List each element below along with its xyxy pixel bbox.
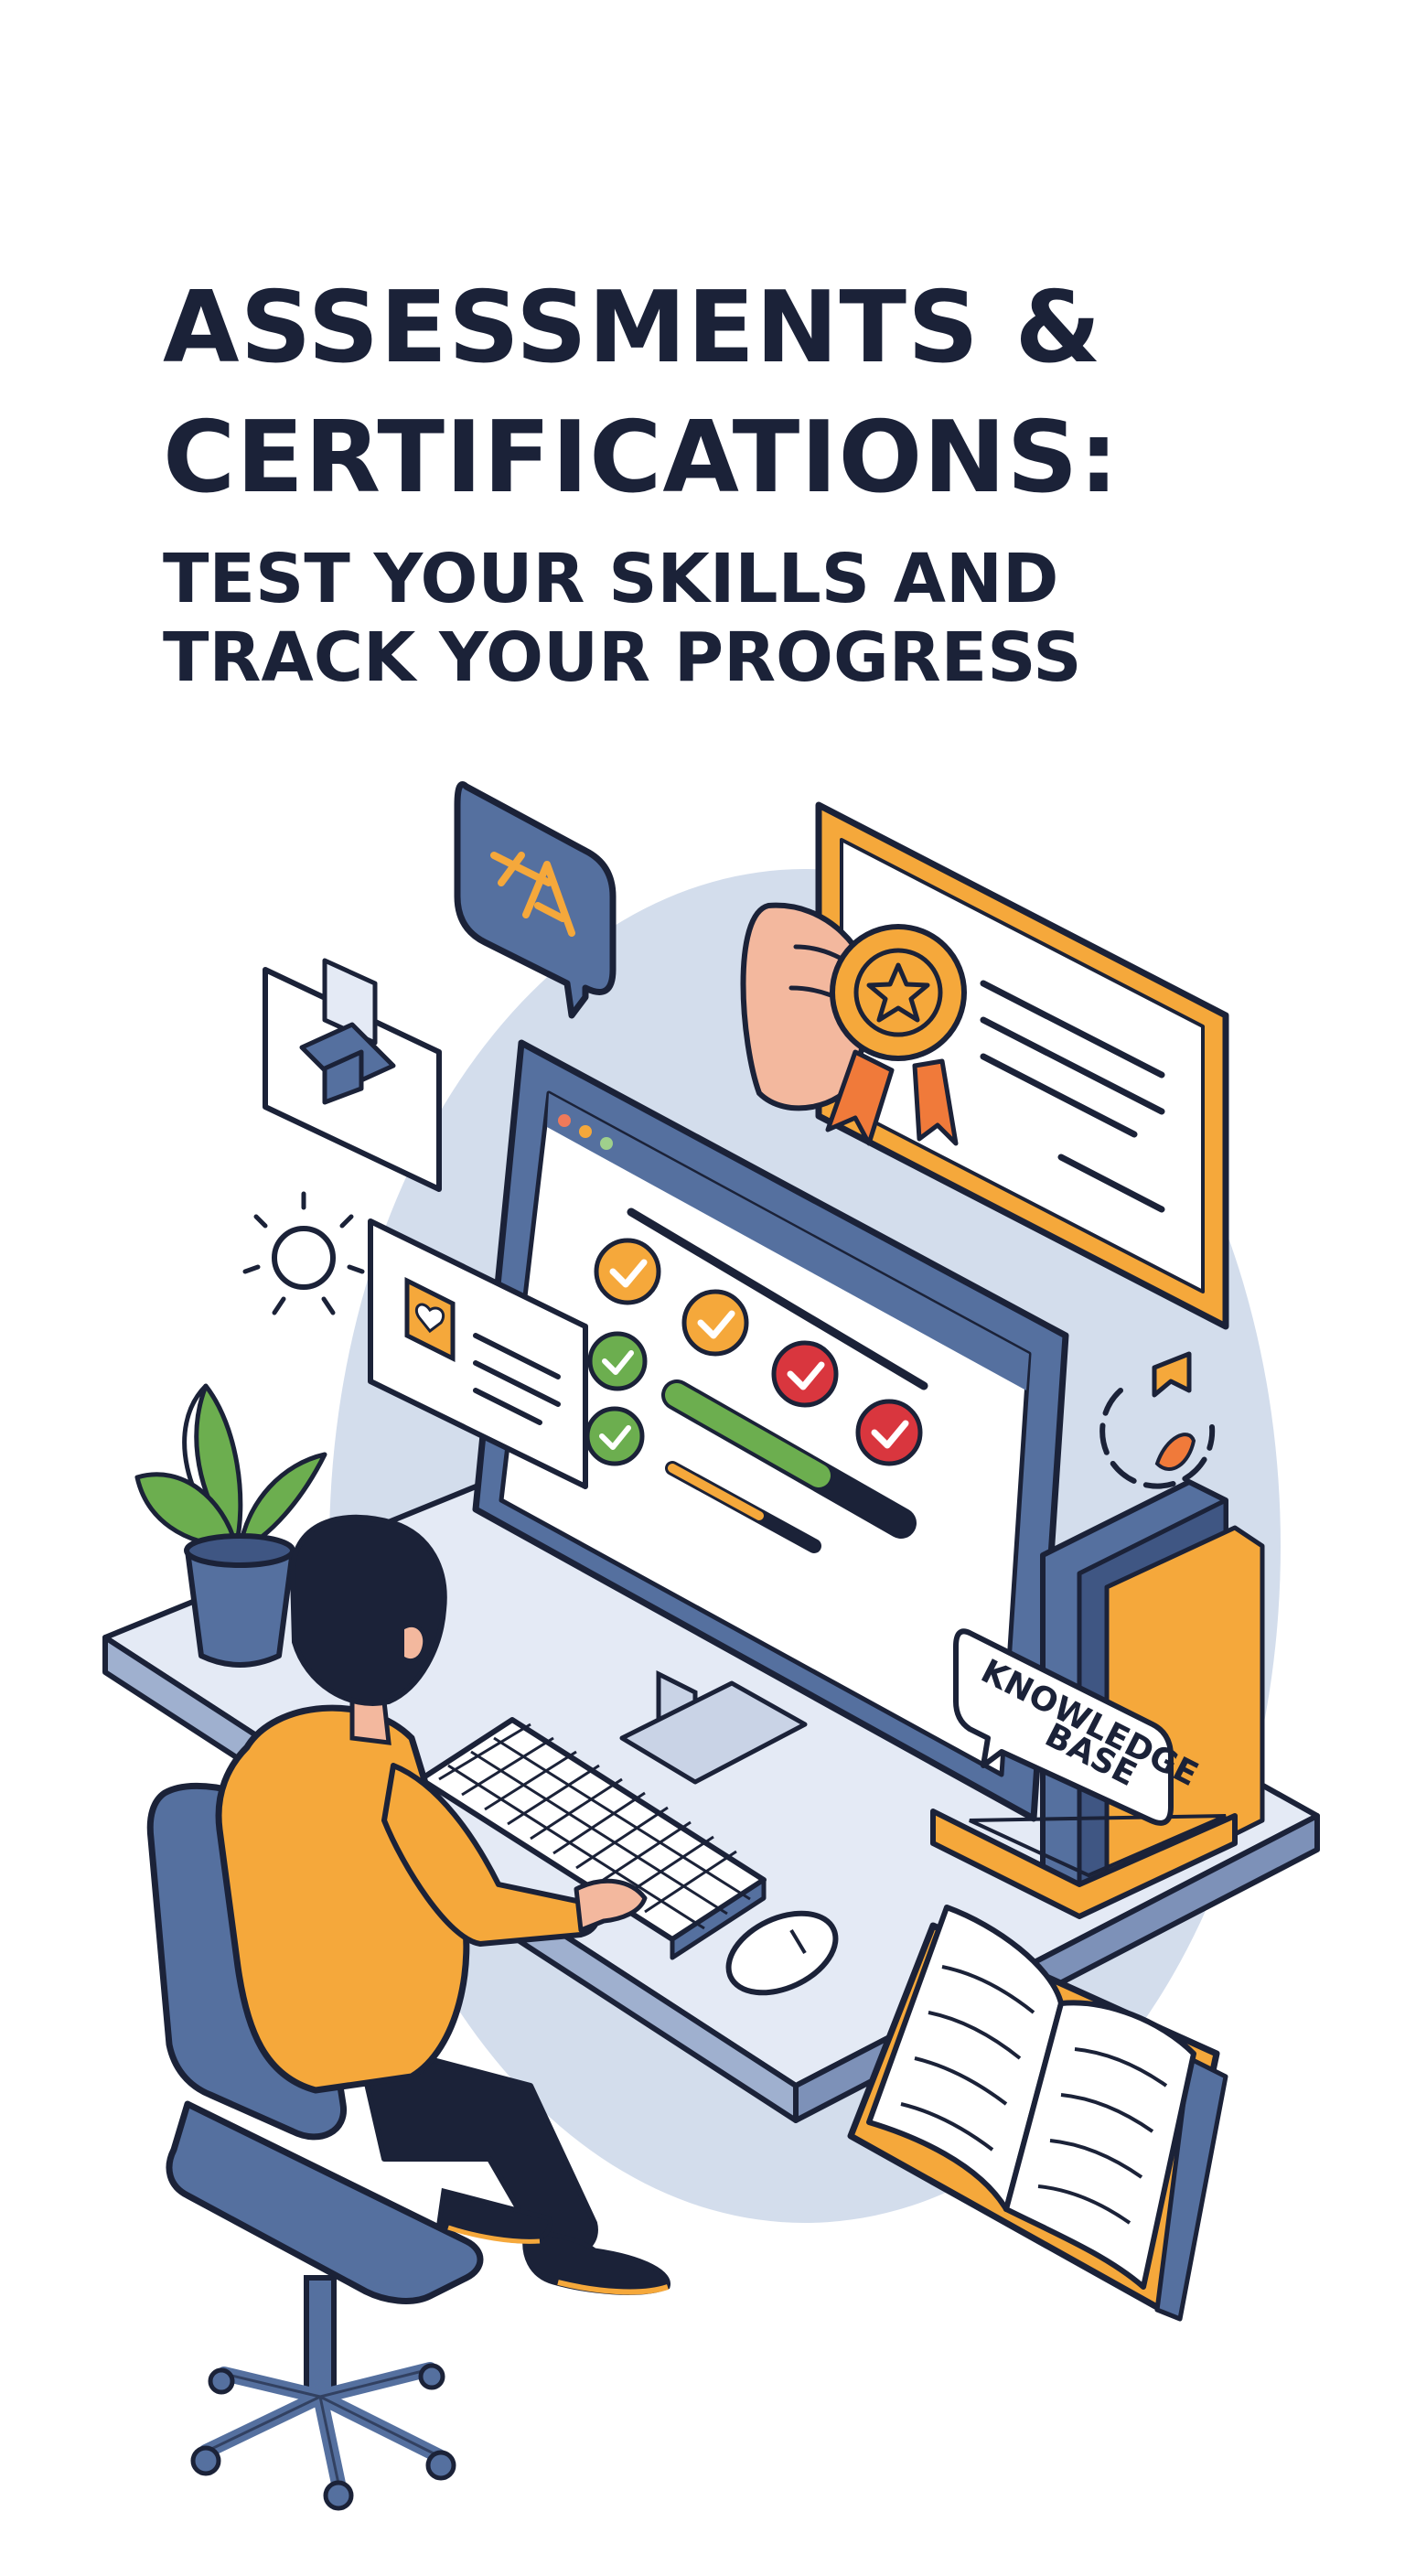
subtitle-line-1: TEST YOUR SKILLS AND <box>163 540 1059 618</box>
lightbulb-icon <box>242 1191 365 1315</box>
page: ASSESSMENTS & CERTIFICATIONS: TEST YOUR … <box>0 0 1405 2576</box>
answer-badge-green <box>585 1406 645 1466</box>
window-dot-red <box>558 1114 571 1127</box>
answer-badge-correct <box>594 1238 661 1305</box>
answer-badge-correct <box>681 1289 749 1357</box>
answer-badge-wrong <box>855 1399 923 1466</box>
title-line-2: CERTIFICATIONS: <box>163 401 1120 515</box>
subtitle-line-2: TRACK YOUR PROGRESS <box>163 618 1082 697</box>
window-dot-yellow <box>579 1125 592 1138</box>
answer-badge-wrong <box>771 1340 839 1408</box>
learner-illustration: KNOWLEDGE BASE <box>102 781 1320 2511</box>
graduation-cap-icon <box>263 958 442 1192</box>
translate-bubble-icon <box>454 781 617 1019</box>
page-title: ASSESSMENTS & CERTIFICATIONS: <box>163 263 1306 523</box>
window-dot-green <box>600 1137 613 1150</box>
title-line-1: ASSESSMENTS & <box>163 271 1102 385</box>
page-subtitle: TEST YOUR SKILLS AND TRACK YOUR PROGRESS <box>163 540 1306 697</box>
answer-badge-green <box>587 1331 648 1391</box>
